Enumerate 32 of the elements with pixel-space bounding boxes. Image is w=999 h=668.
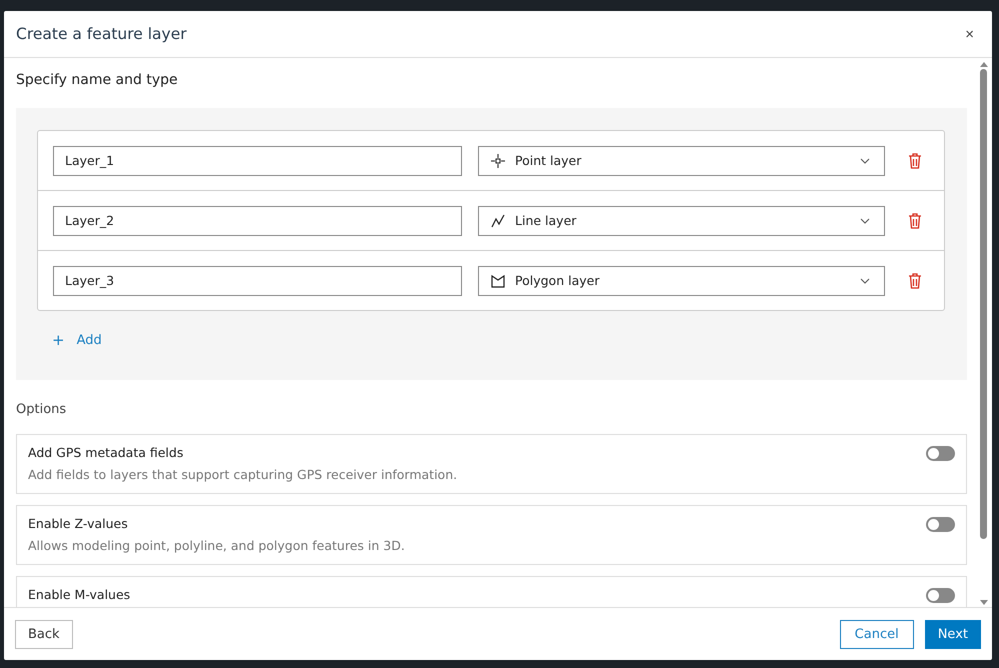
cancel-button[interactable]: Cancel — [840, 620, 914, 648]
chevron-down-icon — [860, 158, 870, 164]
next-button[interactable]: Next — [924, 620, 981, 648]
option-description: Add fields to layers that support capturing GPS receiver information. — [28, 467, 458, 482]
delete-icon[interactable] — [908, 212, 922, 228]
option-title: Add GPS metadata fields — [28, 445, 184, 460]
polygon-icon — [491, 274, 506, 288]
option-description: Allows modeling point, polyline, and polygon features in 3D. — [28, 538, 405, 553]
layer-type-dropdown[interactable]: Line layer — [478, 206, 886, 236]
option-title: Enable Z-values — [28, 516, 129, 531]
layer-name-field[interactable]: Layer_3 — [53, 266, 462, 296]
layer-name-field[interactable]: Layer_2 — [53, 206, 462, 236]
layer-type-dropdown[interactable]: Point layer — [478, 146, 886, 176]
close-button[interactable]: × — [965, 26, 974, 42]
options-heading: Options — [16, 402, 68, 417]
chevron-down-icon — [860, 278, 870, 284]
dialog-title: Create a feature layer — [16, 25, 187, 43]
toggle-switch[interactable] — [926, 446, 955, 461]
delete-icon[interactable] — [908, 152, 922, 168]
scrollbar[interactable] — [979, 62, 988, 607]
layer-type-dropdown[interactable]: Polygon layer — [478, 266, 886, 296]
point-icon — [491, 154, 506, 168]
layer-name-field[interactable]: Layer_1 — [53, 146, 462, 176]
section-heading: Specify name and type — [16, 72, 179, 88]
polyline-icon — [491, 214, 506, 228]
chevron-down-icon — [860, 218, 870, 224]
back-button[interactable]: Back — [15, 620, 73, 648]
toggle-switch[interactable] — [926, 588, 955, 603]
delete-icon[interactable] — [908, 272, 922, 288]
add-button[interactable]: + Add — [52, 331, 102, 349]
toggle-switch[interactable] — [926, 517, 955, 532]
option-title: Enable M-values — [28, 587, 130, 602]
